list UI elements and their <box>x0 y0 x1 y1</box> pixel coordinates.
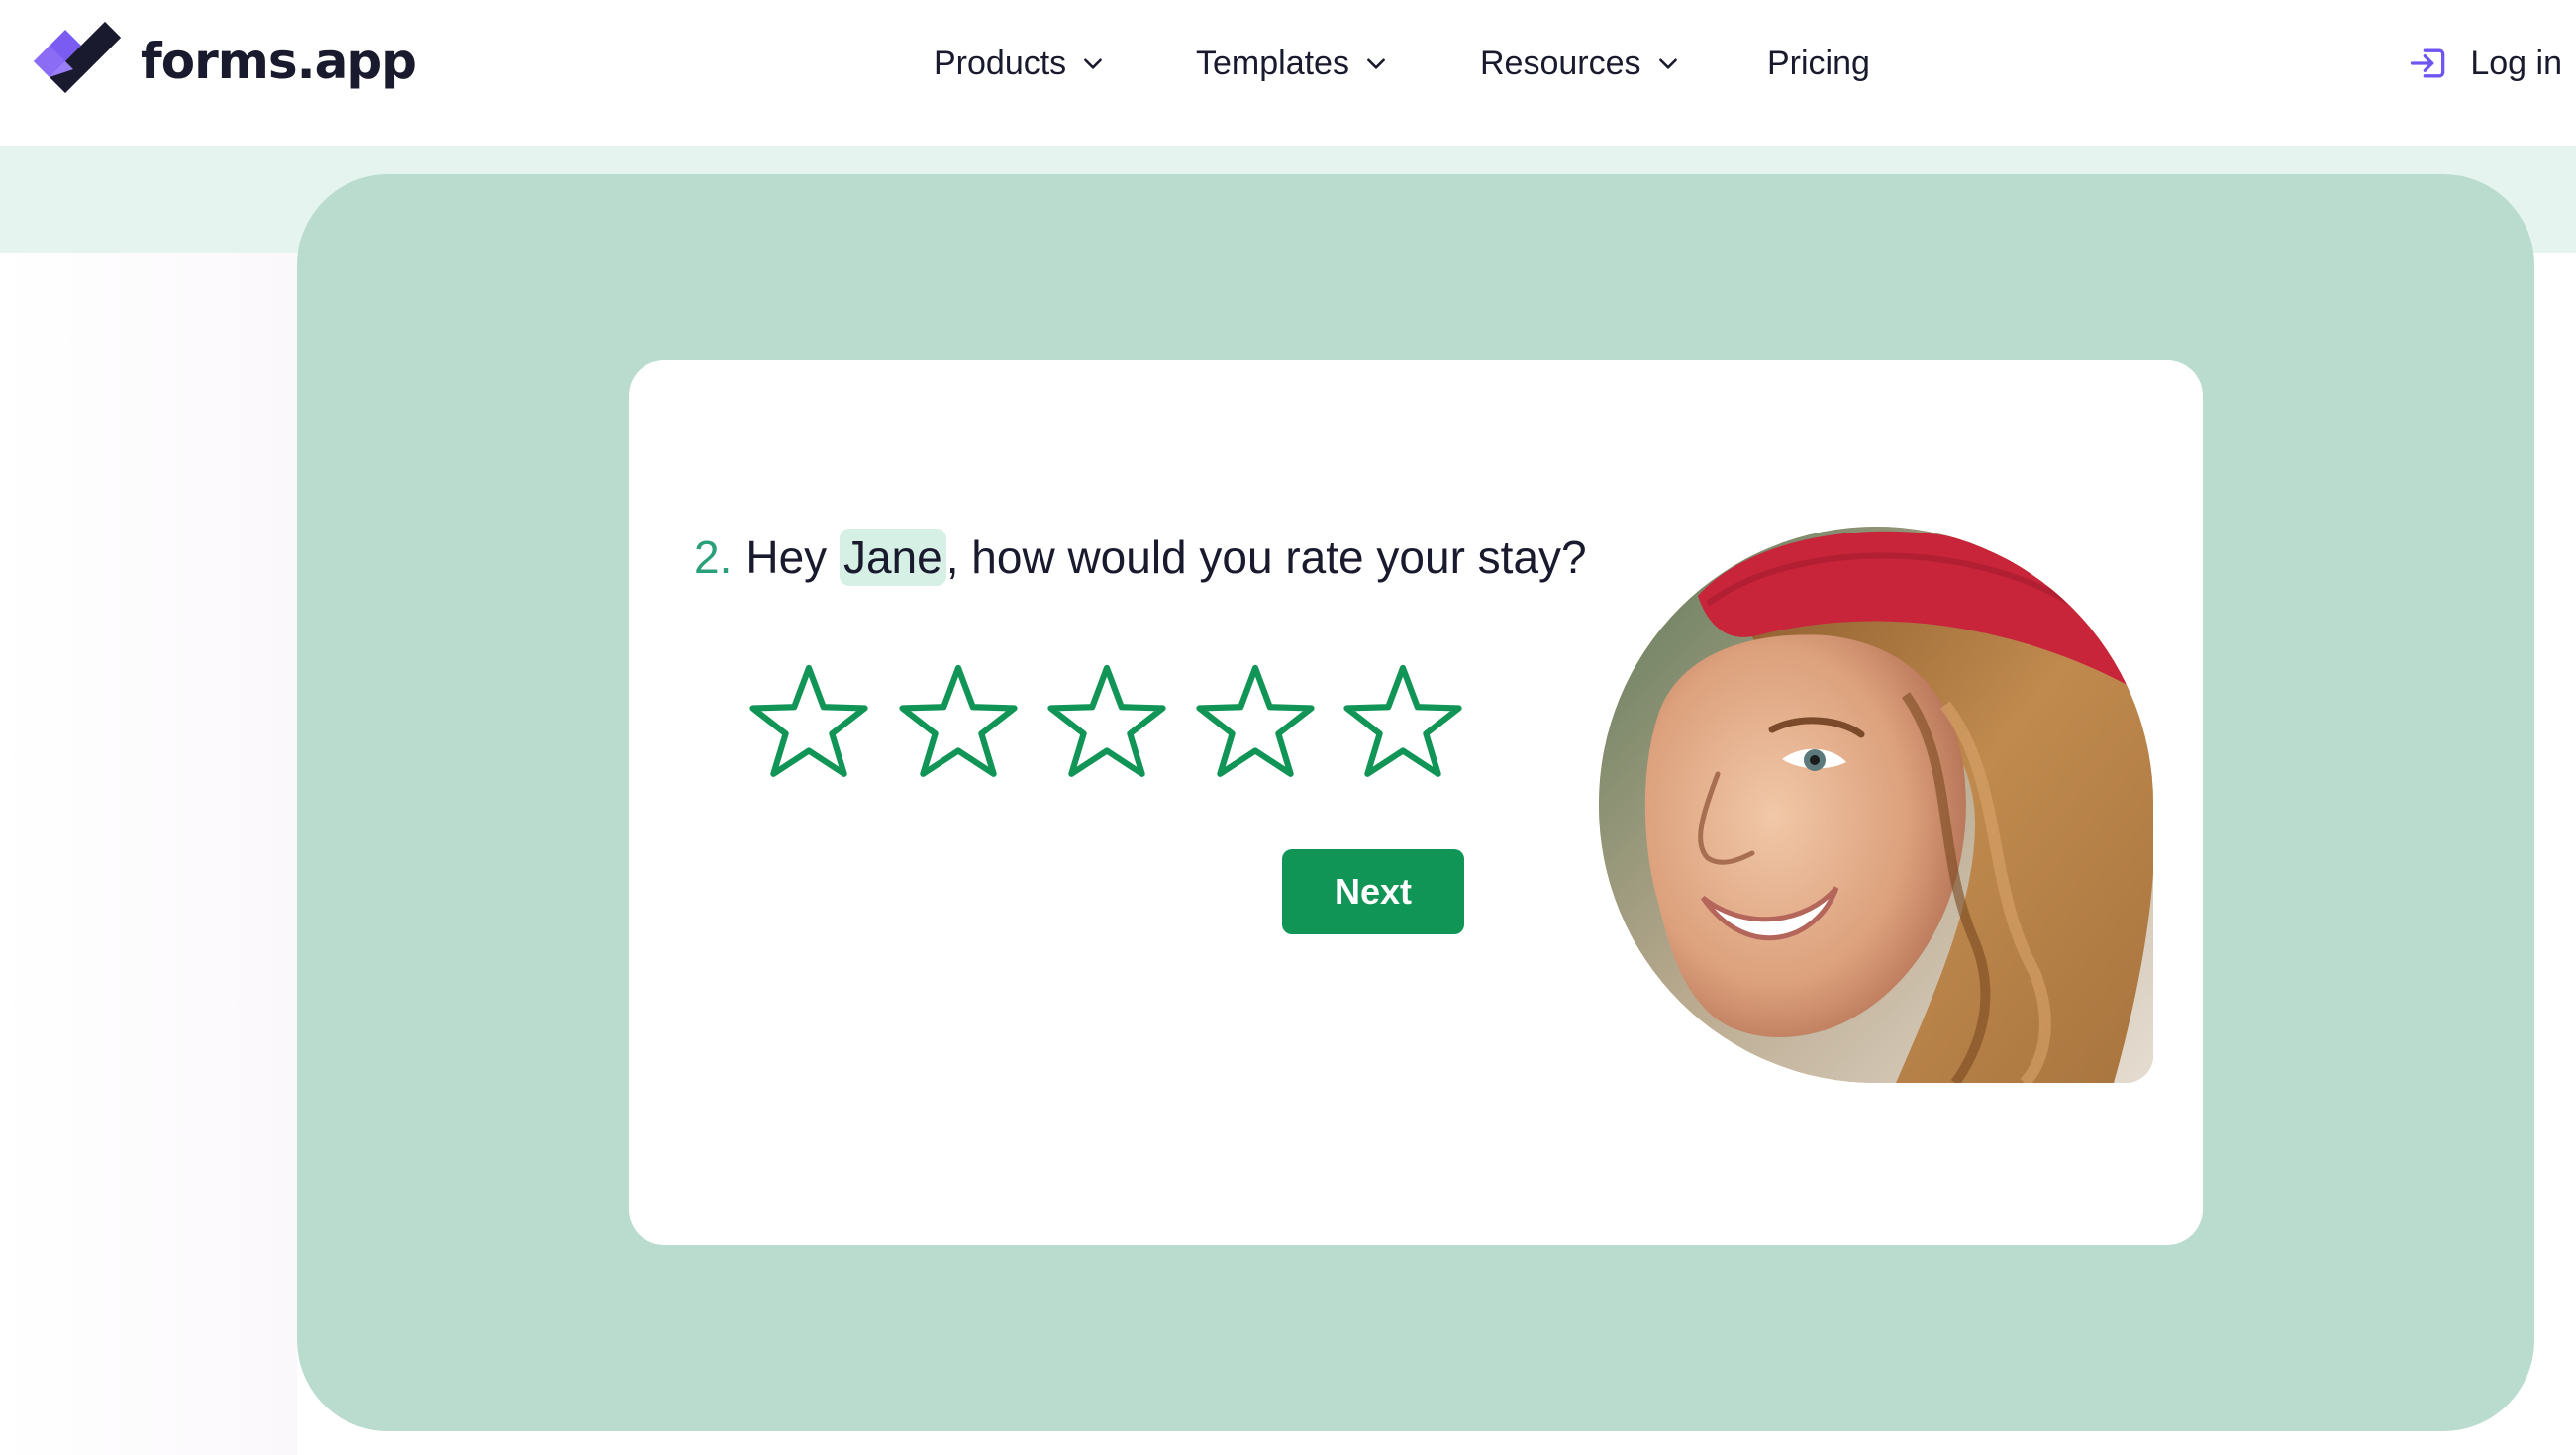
background-fade <box>0 253 297 1455</box>
forms-app-logo-icon <box>34 22 121 93</box>
star-icon[interactable] <box>1194 663 1317 780</box>
star-rating <box>747 663 1500 782</box>
question-number: 2. <box>694 532 733 583</box>
respondent-name: Jane <box>839 529 946 586</box>
star-icon[interactable] <box>897 663 1020 780</box>
logo-text: forms.app <box>141 33 417 90</box>
woman-portrait-image <box>1599 527 2153 1083</box>
nav-resources[interactable]: Resources <box>1480 30 1681 97</box>
page: forms.app Products Templates Resources P… <box>0 0 2576 1455</box>
log-in-icon <box>2411 48 2445 78</box>
nav-resources-label: Resources <box>1480 44 1641 82</box>
star-icon[interactable] <box>1341 663 1464 780</box>
login-label: Log in <box>2470 44 2562 82</box>
login-link[interactable]: Log in <box>2407 30 2562 97</box>
star-icon[interactable] <box>747 663 870 780</box>
logo[interactable]: forms.app <box>28 22 417 101</box>
chevron-down-icon <box>1084 58 1103 69</box>
nav-pricing[interactable]: Pricing <box>1767 30 1870 97</box>
question-suffix: , how would you rate your stay? <box>945 532 1587 583</box>
respondent-photo <box>1599 527 2153 1083</box>
nav-products[interactable]: Products <box>934 30 1106 97</box>
chevron-down-icon <box>1367 58 1385 69</box>
nav-products-label: Products <box>934 44 1067 82</box>
site-header: forms.app Products Templates Resources P… <box>0 0 2576 146</box>
nav-pricing-label: Pricing <box>1767 44 1870 82</box>
nav-templates-label: Templates <box>1196 44 1349 82</box>
star-icon[interactable] <box>1045 663 1168 780</box>
question-prefix: Hey <box>745 532 840 583</box>
chevron-down-icon <box>1658 58 1677 69</box>
question-text: 2. Hey Jane , how would you rate your st… <box>694 529 1587 586</box>
nav-templates[interactable]: Templates <box>1196 30 1389 97</box>
form-card: 2. Hey Jane , how would you rate your st… <box>629 360 2203 1245</box>
next-button[interactable]: Next <box>1282 849 1464 934</box>
